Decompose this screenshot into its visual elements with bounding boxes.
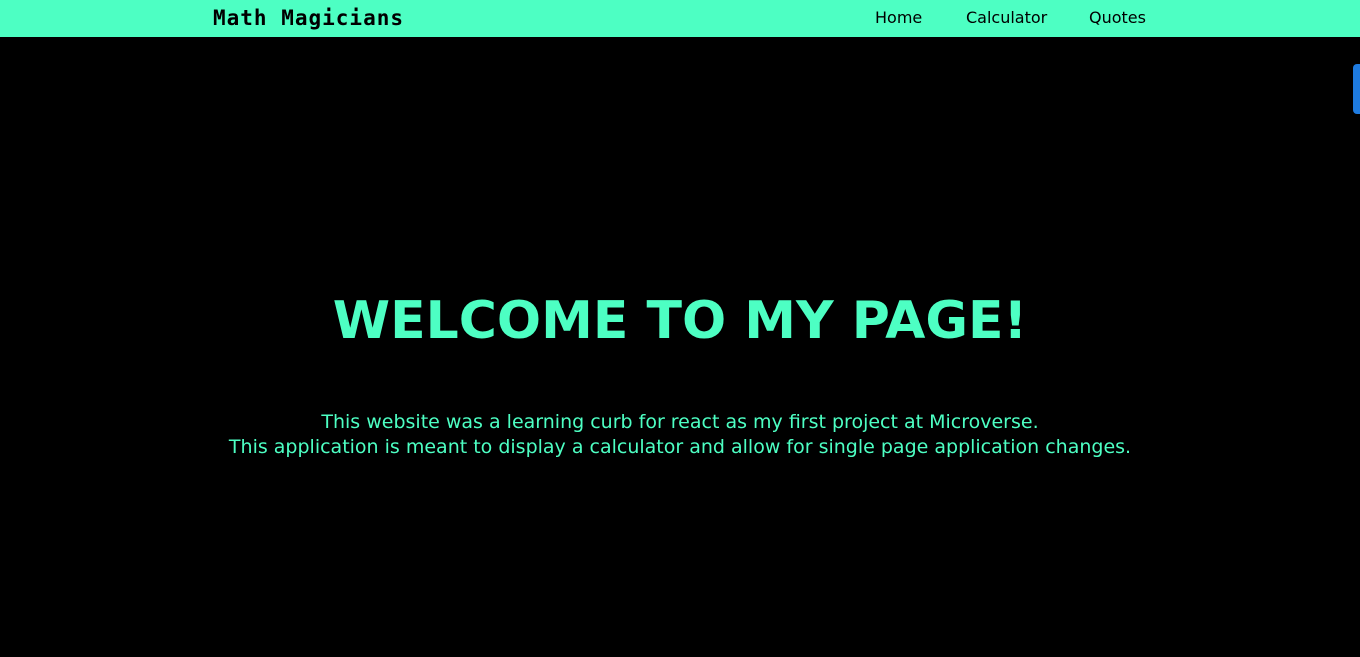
intro-line-1: This website was a learning curb for rea… bbox=[321, 411, 1039, 433]
nav-link-quotes[interactable]: Quotes bbox=[1089, 8, 1146, 28]
page-title: WELCOME TO MY PAGE! bbox=[332, 291, 1028, 351]
nav-link-home[interactable]: Home bbox=[875, 8, 922, 28]
nav-links: Home Calculator Quotes bbox=[0, 0, 1360, 37]
intro-text: This website was a learning curb for rea… bbox=[0, 410, 1360, 460]
intro-line-2: This application is meant to display a c… bbox=[228, 436, 1132, 458]
navbar: Math Magicians Home Calculator Quotes bbox=[0, 0, 1360, 37]
nav-link-calculator[interactable]: Calculator bbox=[966, 8, 1047, 28]
side-tab-handle[interactable] bbox=[1353, 64, 1360, 114]
